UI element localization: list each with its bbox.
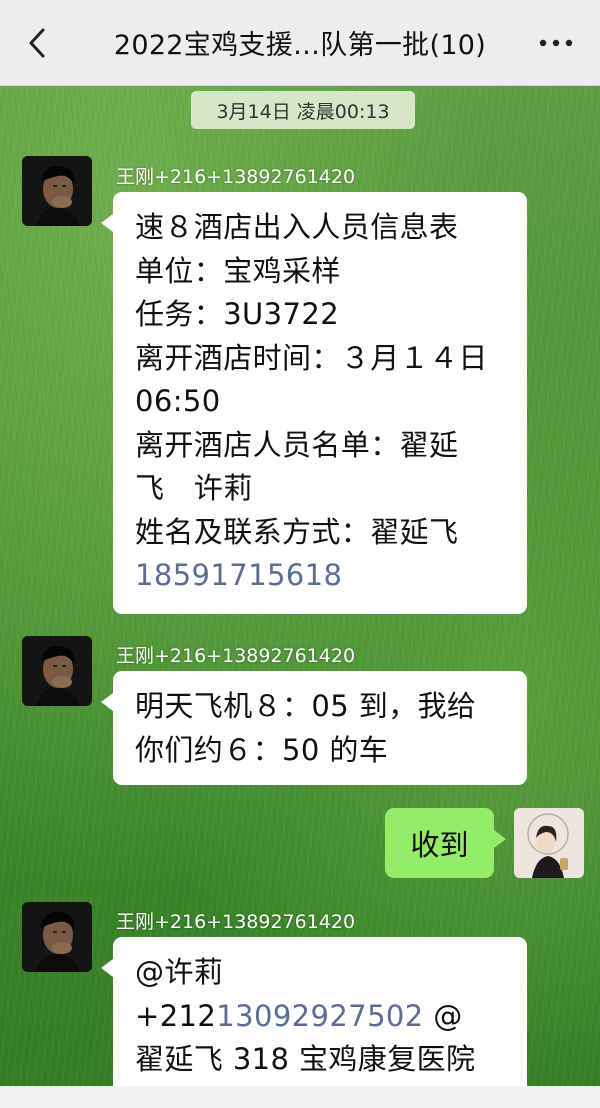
message-bubble[interactable]: @许莉 +21213092927502 @ 翟延飞 318 宝鸡康复医院: [101, 937, 527, 1086]
person-avatar-icon: [22, 156, 92, 226]
self-message-bubble[interactable]: 收到: [385, 808, 506, 878]
message-line: 飞 许莉: [135, 471, 253, 505]
chat-area[interactable]: 3月14日 凌晨00:13 王刚+216+13892761420 速８酒店出入人…: [0, 86, 600, 1086]
sender-avatar[interactable]: [22, 636, 92, 706]
message-bubble[interactable]: 速８酒店出入人员信息表 单位：宝鸡采样 任务：3U3722 离开酒店时间：３月１…: [101, 192, 527, 614]
phone-link[interactable]: 13092927502: [216, 999, 423, 1033]
sender-name: 王刚+216+13892761420: [116, 166, 356, 188]
mention-at: @: [423, 998, 463, 1033]
message-line: 你们约６：50 的车: [135, 732, 389, 767]
sender-avatar[interactable]: [22, 902, 92, 972]
message-line: @许莉: [135, 955, 224, 989]
phone-prefix: +212: [135, 998, 217, 1033]
more-button[interactable]: [534, 26, 578, 60]
message-line: 速８酒店出入人员信息表: [135, 210, 459, 244]
chat-title: 2022宝鸡支援…队第一批(10): [113, 30, 487, 61]
message-bubble[interactable]: 明天飞机８：05 到，我给 你们约６：50 的车: [101, 671, 527, 785]
message-timestamp: 3月14日 凌晨00:13: [191, 91, 415, 129]
message-line: 明天飞机８：05 到，我给: [135, 689, 477, 723]
message-line: 姓名及联系方式：翟延飞: [135, 514, 459, 549]
message-line: 单位：宝鸡采样: [135, 253, 341, 288]
sender-name: 王刚+216+13892761420: [116, 911, 356, 933]
back-button[interactable]: [22, 26, 52, 60]
message-line: 任务：3U3722: [135, 297, 340, 331]
message-line: 06:50: [135, 384, 221, 418]
chat-header: 2022宝鸡支援…队第一批(10): [0, 0, 600, 86]
person-avatar-icon: [22, 636, 92, 706]
message-line: 翟延飞 318 宝鸡康复医院: [135, 1042, 476, 1076]
more-dots-icon: [539, 39, 573, 47]
message-line: 离开酒店人员名单：翟延: [135, 427, 459, 462]
chevron-left-icon: [29, 28, 45, 58]
self-avatar[interactable]: [514, 808, 584, 878]
sender-name: 王刚+216+13892761420: [116, 645, 356, 667]
message-line: +21213092927502 @: [135, 995, 507, 1039]
message-line: 离开酒店时间：３月１４日: [135, 340, 488, 375]
person-avatar-icon: [514, 808, 584, 878]
phone-link[interactable]: 18591715618: [135, 554, 507, 598]
bottom-bar: [0, 1086, 600, 1108]
sender-avatar[interactable]: [22, 156, 92, 226]
person-avatar-icon: [22, 902, 92, 972]
